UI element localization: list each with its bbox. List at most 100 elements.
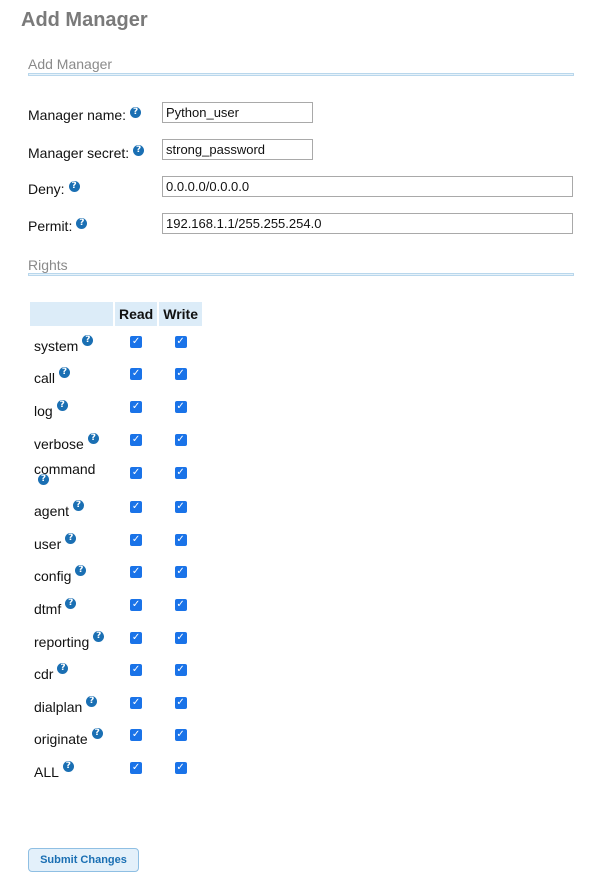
read-checkbox[interactable]: ✓ bbox=[130, 368, 143, 381]
help-icon[interactable]: ? bbox=[62, 760, 74, 772]
write-checkbox[interactable]: ✓ bbox=[174, 761, 187, 774]
manager-secret-input[interactable] bbox=[162, 139, 313, 160]
permit-input[interactable] bbox=[162, 213, 573, 234]
right-write-cell: ✓ bbox=[159, 624, 202, 655]
write-checkbox[interactable]: ✓ bbox=[174, 501, 187, 514]
read-checkbox[interactable]: ✓ bbox=[130, 696, 143, 709]
help-icon[interactable]: ? bbox=[73, 500, 85, 512]
help-icon[interactable]: ? bbox=[59, 367, 71, 379]
help-icon[interactable]: ? bbox=[133, 145, 145, 156]
read-checkbox[interactable]: ✓ bbox=[130, 761, 143, 774]
write-checkbox[interactable]: ✓ bbox=[174, 631, 187, 644]
right-write-cell: ✓ bbox=[159, 458, 202, 491]
write-checkbox[interactable]: ✓ bbox=[174, 533, 187, 546]
table-row: reporting? ✓ ✓ bbox=[30, 624, 202, 655]
help-icon[interactable]: ? bbox=[56, 399, 68, 411]
write-checkbox[interactable]: ✓ bbox=[174, 664, 187, 677]
right-read-cell: ✓ bbox=[115, 493, 157, 524]
help-icon[interactable]: ? bbox=[130, 107, 142, 118]
right-name-label: dialplan bbox=[34, 698, 83, 715]
permit-label: Permit:? bbox=[28, 218, 88, 235]
help-icon[interactable]: ? bbox=[91, 728, 103, 740]
right-name-label: dtmf bbox=[34, 600, 62, 617]
write-checkbox[interactable]: ✓ bbox=[174, 368, 187, 381]
right-name-cell: call? bbox=[30, 361, 113, 392]
help-icon[interactable]: ? bbox=[65, 597, 77, 609]
right-name-label: call bbox=[34, 370, 56, 387]
right-read-cell: ✓ bbox=[115, 624, 157, 655]
right-name-cell: reporting? bbox=[30, 624, 113, 655]
write-checkbox[interactable]: ✓ bbox=[174, 696, 187, 709]
write-checkbox[interactable]: ✓ bbox=[174, 433, 187, 446]
manager-name-input[interactable] bbox=[162, 102, 313, 123]
right-name-cell: dtmf? bbox=[30, 591, 113, 622]
right-write-cell: ✓ bbox=[159, 689, 202, 720]
write-checkbox[interactable]: ✓ bbox=[174, 467, 187, 480]
read-checkbox[interactable]: ✓ bbox=[130, 729, 143, 742]
rights-header-read: Read bbox=[115, 302, 158, 326]
help-icon[interactable]: ? bbox=[65, 532, 77, 544]
right-read-cell: ✓ bbox=[115, 689, 157, 720]
right-read-cell: ✓ bbox=[115, 526, 157, 557]
right-write-cell: ✓ bbox=[159, 526, 202, 557]
read-checkbox[interactable]: ✓ bbox=[130, 335, 143, 348]
deny-label-text: Deny: bbox=[28, 181, 65, 197]
read-checkbox[interactable]: ✓ bbox=[130, 467, 143, 480]
help-icon[interactable]: ? bbox=[57, 663, 69, 675]
help-icon[interactable]: ? bbox=[68, 181, 80, 192]
right-name-cell: system? bbox=[30, 328, 113, 359]
table-row: ALL? ✓ ✓ bbox=[30, 754, 202, 785]
manager-secret-label: Manager secret:? bbox=[28, 145, 145, 162]
right-read-cell: ✓ bbox=[115, 426, 157, 457]
deny-input[interactable] bbox=[162, 176, 573, 197]
help-icon[interactable]: ? bbox=[86, 695, 98, 707]
help-icon[interactable]: ? bbox=[75, 565, 87, 577]
right-write-cell: ✓ bbox=[159, 361, 202, 392]
write-checkbox[interactable]: ✓ bbox=[174, 566, 187, 579]
help-icon[interactable]: ? bbox=[82, 334, 94, 346]
right-write-cell: ✓ bbox=[159, 559, 202, 590]
help-icon[interactable]: ? bbox=[93, 630, 105, 642]
right-read-cell: ✓ bbox=[115, 591, 157, 622]
read-checkbox[interactable]: ✓ bbox=[130, 664, 143, 677]
permit-label-text: Permit: bbox=[28, 218, 73, 234]
rights-header-blank bbox=[30, 302, 113, 326]
help-icon[interactable]: ? bbox=[76, 218, 88, 229]
right-name-label: agent bbox=[34, 503, 70, 520]
read-checkbox[interactable]: ✓ bbox=[130, 501, 143, 514]
write-checkbox[interactable]: ✓ bbox=[174, 598, 187, 611]
right-name-label: system bbox=[34, 337, 79, 354]
right-read-cell: ✓ bbox=[115, 559, 157, 590]
write-checkbox[interactable]: ✓ bbox=[174, 729, 187, 742]
right-name-cell: config? bbox=[30, 559, 113, 590]
read-checkbox[interactable]: ✓ bbox=[130, 631, 143, 644]
right-read-cell: ✓ bbox=[115, 458, 157, 491]
write-checkbox[interactable]: ✓ bbox=[174, 335, 187, 348]
right-write-cell: ✓ bbox=[159, 426, 202, 457]
section-title-manager: Add Manager bbox=[28, 56, 113, 72]
right-write-cell: ✓ bbox=[159, 591, 202, 622]
table-row: log? ✓ ✓ bbox=[30, 393, 202, 424]
right-name-cell: agent? bbox=[30, 493, 113, 524]
right-read-cell: ✓ bbox=[115, 361, 157, 392]
page-title: Add Manager bbox=[21, 9, 148, 31]
read-checkbox[interactable]: ✓ bbox=[130, 598, 143, 611]
read-checkbox[interactable]: ✓ bbox=[130, 433, 143, 446]
submit-changes-button[interactable]: Submit Changes bbox=[28, 848, 139, 872]
table-row: verbose? ✓ ✓ bbox=[30, 426, 202, 457]
right-write-cell: ✓ bbox=[159, 722, 202, 753]
right-name-cell: user? bbox=[30, 526, 113, 557]
read-checkbox[interactable]: ✓ bbox=[130, 566, 143, 579]
help-icon[interactable]: ? bbox=[38, 474, 49, 486]
right-write-cell: ✓ bbox=[159, 328, 202, 359]
right-name-label: config bbox=[34, 568, 72, 585]
table-row: dialplan? ✓ ✓ bbox=[30, 689, 202, 720]
manager-secret-label-text: Manager secret: bbox=[28, 145, 130, 161]
right-name-label: cdr bbox=[34, 666, 54, 683]
help-icon[interactable]: ? bbox=[87, 432, 99, 444]
right-write-cell: ✓ bbox=[159, 656, 202, 687]
read-checkbox[interactable]: ✓ bbox=[130, 400, 143, 413]
section-title-rights: Rights bbox=[28, 257, 68, 273]
write-checkbox[interactable]: ✓ bbox=[174, 400, 187, 413]
read-checkbox[interactable]: ✓ bbox=[130, 533, 143, 546]
